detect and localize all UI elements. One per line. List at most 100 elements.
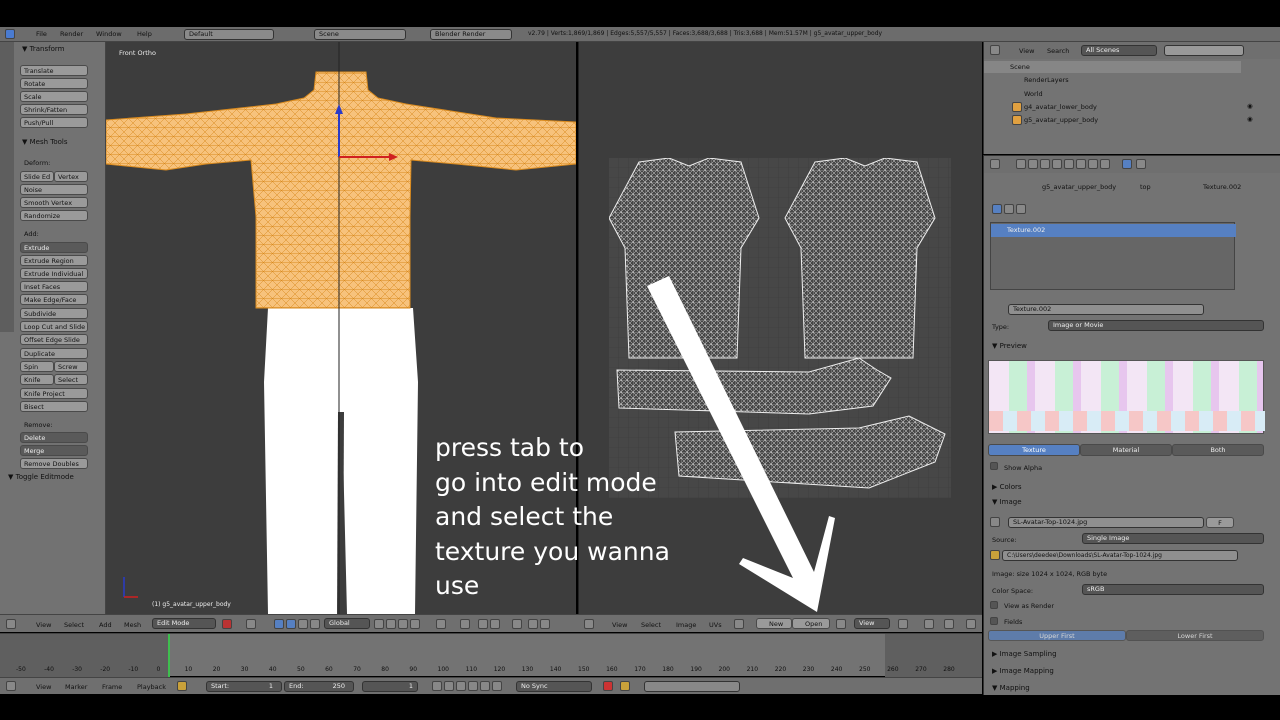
extrude-dropdown[interactable]: Extrude [20,242,88,253]
screw-button[interactable]: Screw [54,361,88,372]
prev-keyframe-icon[interactable] [444,681,454,691]
fields-checkbox[interactable] [990,617,998,625]
particles-tab-icon[interactable] [1136,159,1146,169]
translate-button[interactable]: Translate [20,65,88,76]
snap-target-icon[interactable] [490,619,500,629]
world-tab-icon[interactable] [1040,159,1050,169]
knife-button[interactable]: Knife [20,374,54,385]
sync-select-icon[interactable] [924,619,934,629]
snap-element-icon[interactable] [512,619,522,629]
slide-edge-button[interactable]: Slide Ed [20,171,54,182]
spin-button[interactable]: Spin [20,361,54,372]
shrink-fatten-button[interactable]: Shrink/Fatten [20,104,88,115]
keying-set-field[interactable] [644,681,740,692]
view-mode-selector[interactable]: View [854,618,890,629]
layout-selector[interactable]: Default [184,29,274,40]
next-keyframe-icon[interactable] [480,681,490,691]
uv-snap-icon[interactable] [944,619,954,629]
render-engine-selector[interactable]: Blender Render [430,29,512,40]
remove-doubles-button[interactable]: Remove Doubles [20,458,88,469]
mode-selector[interactable]: Edit Mode [152,618,216,629]
image-browse-icon[interactable] [990,517,1000,527]
subdivide-button[interactable]: Subdivide [20,308,88,319]
texture-context-icon[interactable] [1004,204,1014,214]
sync-mode-selector[interactable]: No Sync [516,681,592,692]
uv-menu-view[interactable]: View [612,621,627,629]
render-preview-icon[interactable] [528,619,538,629]
lower-first-button[interactable]: Lower First [1126,630,1264,641]
viewport-menu-add[interactable]: Add [99,621,112,629]
timeline-menu-frame[interactable]: Frame [102,683,122,691]
fake-user-button[interactable]: F [1206,517,1234,528]
duplicate-button[interactable]: Duplicate [20,348,88,359]
visibility-eye-icon[interactable]: ◉ [1247,115,1253,123]
color-space-selector[interactable]: sRGB [1082,584,1264,595]
menu-file[interactable]: File [36,30,47,38]
blender-logo-icon[interactable] [5,29,15,39]
texture-context-icon[interactable] [1016,204,1026,214]
timeline-menu-playback[interactable]: Playback [137,683,166,691]
menu-window[interactable]: Window [96,30,122,38]
preview-tab-material[interactable]: Material [1080,444,1172,456]
timeline-menu-view[interactable]: View [36,683,51,691]
outliner-item-upper-body[interactable]: g5_avatar_upper_body [1024,116,1098,124]
delete-dropdown[interactable]: Delete [20,432,88,443]
bisect-button[interactable]: Bisect [20,401,88,412]
preview-header[interactable]: ▼ Preview [992,342,1027,350]
outliner-item-world[interactable]: World [1024,90,1043,98]
layer-icon[interactable] [374,619,384,629]
jump-end-icon[interactable] [492,681,502,691]
texture-tab-icon[interactable] [1122,159,1132,169]
image-mapping-header[interactable]: ▶ Image Mapping [992,667,1054,675]
mapping-header[interactable]: ▼ Mapping [992,684,1030,692]
outliner-menu-search[interactable]: Search [1047,47,1069,55]
image-header[interactable]: ▼ Image [992,498,1022,506]
data-tab-icon[interactable] [1088,159,1098,169]
texture-context-icon[interactable] [992,204,1002,214]
knife-select-button[interactable]: Select [54,374,88,385]
pin-icon[interactable] [836,619,846,629]
randomize-button[interactable]: Randomize [20,210,88,221]
orientation-selector[interactable]: Global [324,618,370,629]
play-reverse-icon[interactable] [456,681,466,691]
toggle-editmode-header[interactable]: ▼ Toggle Editmode [8,473,74,481]
colors-header[interactable]: ▶ Colors [992,483,1022,491]
outliner-item-renderlayers[interactable]: RenderLayers [1024,76,1069,84]
open-image-button[interactable]: Open [792,618,830,629]
new-image-button[interactable]: New [756,618,792,629]
object-tab-icon[interactable] [1052,159,1062,169]
offset-edge-slide-button[interactable]: Offset Edge Slide [20,334,88,345]
outliner-filter[interactable]: All Scenes [1081,45,1157,56]
render-tab-icon[interactable] [1016,159,1026,169]
start-frame-field[interactable]: Start: 1 [206,681,282,692]
image-name-field[interactable]: SL-Avatar-Top-1024.jpg [1008,517,1204,528]
menu-help[interactable]: Help [137,30,152,38]
scene-tab-icon[interactable] [1028,159,1038,169]
extrude-region-button[interactable]: Extrude Region [20,255,88,266]
uv-menu-image[interactable]: Image [676,621,696,629]
outliner-item-lower-body[interactable]: g4_avatar_lower_body [1024,103,1097,111]
visibility-eye-icon[interactable]: ◉ [1247,102,1253,110]
smooth-vertex-button[interactable]: Smooth Vertex [20,197,88,208]
preview-tab-both[interactable]: Both [1172,444,1264,456]
texture-name-field[interactable]: Texture.002 [1008,304,1204,315]
transform-panel-header[interactable]: ▼ Transform [22,45,64,53]
outliner-item-scene[interactable]: Scene [1010,63,1030,71]
pivot-point-icon[interactable] [898,619,908,629]
rotate-manipulator-icon[interactable] [298,619,308,629]
keying-set-icon[interactable] [620,681,630,691]
image-browse-icon[interactable] [734,619,744,629]
vertex-button[interactable]: Vertex [54,171,88,182]
pivot-icon[interactable] [246,619,256,629]
proportional-icon[interactable] [460,619,470,629]
translate-manipulator-icon[interactable] [286,619,296,629]
uv-menu-uvs[interactable]: UVs [709,621,722,629]
snap-icon[interactable] [478,619,488,629]
viewport-menu-mesh[interactable]: Mesh [124,621,141,629]
opengl-render-icon[interactable] [540,619,550,629]
viewport-menu-view[interactable]: View [36,621,51,629]
folder-icon[interactable] [990,550,1000,560]
knife-project-button[interactable]: Knife Project [20,388,88,399]
manipulator-icon[interactable] [274,619,284,629]
edge-select-icon[interactable] [398,619,408,629]
